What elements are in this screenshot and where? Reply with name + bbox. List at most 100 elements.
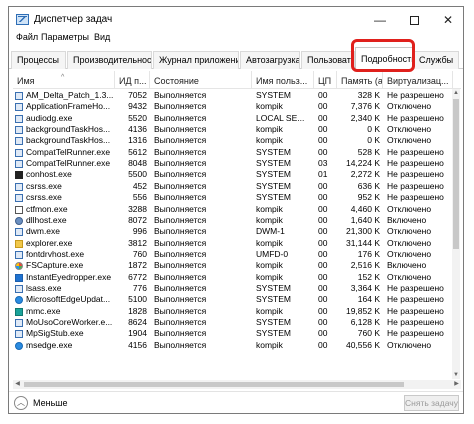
tab-app-history[interactable]: Журнал приложений [153,51,239,69]
cell-status: Выполняется [154,101,207,112]
app-icon [15,103,23,112]
cell-pid: 556 [132,192,147,203]
cell-pid: 5612 [128,146,147,157]
app-icon [15,92,23,100]
cell-memory: 636 K [357,180,380,191]
app-icon [15,148,23,157]
vertical-scrollbar[interactable]: ▲ ▼ [452,89,460,379]
cell-user: SYSTEM [256,90,291,100]
scroll-right-icon[interactable]: ▶ [452,380,461,389]
cell-pid: 760 [132,248,147,259]
cell-pid: 1316 [128,135,147,146]
menu-file[interactable]: Файл [16,32,38,42]
cell-virtualization: Не разрешено [387,112,444,123]
cell-user: SYSTEM [256,282,291,293]
table-row[interactable]: msedge.exe 4156 Выполняется kompik 00 40,556 … [13,340,461,351]
cell-cpu: 00 [318,180,328,191]
cell-user: SYSTEM [256,192,291,203]
table-row[interactable]: csrss.exe 556 Выполняется SYSTEM 00 952 K Не р… [13,192,461,203]
table-row[interactable]: fontdrvhost.exe 760 Выполняется UMFD-0 00 176… [13,249,461,260]
col-status[interactable]: Состояние [150,71,252,89]
process-name: ApplicationFrameHo... [26,101,111,112]
table-row[interactable]: backgroundTaskHos... 4136 Выполняется kompi… [13,124,461,135]
table-row[interactable]: lsass.exe 776 Выполняется SYSTEM 00 3,364 K Не… [13,283,461,294]
tab-startup[interactable]: Автозагрузка [240,51,300,69]
cell-user: SYSTEM [256,328,291,339]
cell-user: DWM-1 [256,226,285,237]
maximize-button[interactable] [397,7,431,33]
process-name: FSCapture.exe [26,260,84,271]
cell-name: audiodg.exe [13,113,115,124]
gear-icon [15,216,23,225]
table-row[interactable]: explorer.exe 3812 Выполняется kompik 00 31,14… [13,238,461,249]
tab-processes[interactable]: Процессы [11,51,66,69]
chevron-up-icon[interactable]: ︿ [14,396,28,410]
cell-memory: 19,852 K [345,305,380,316]
tab-performance[interactable]: Производительность [67,51,152,69]
table-row[interactable]: csrss.exe 452 Выполняется SYSTEM 00 636 K Не р… [13,181,461,192]
table-row[interactable]: MicrosoftEdgeUpdat... 5100 Выполняется SYST… [13,294,461,305]
cell-name: conhost.exe [13,169,115,180]
col-memory[interactable]: Память (а... [337,71,383,89]
table-row[interactable]: audiodg.exe 5520 Выполняется LOCAL SE... 00 2… [13,113,461,124]
tab-users[interactable]: Пользовате [301,51,355,69]
table-row[interactable]: FSCapture.exe 1872 Выполняется kompik 00 2,51… [13,260,461,271]
process-name: csrss.exe [26,180,62,191]
close-button[interactable]: ✕ [431,7,463,33]
cell-status: Выполняется [154,158,207,169]
menu-view[interactable]: Вид [94,32,110,42]
cell-user: SYSTEM [256,146,291,157]
cell-pid: 8048 [128,158,147,169]
cell-name: MoUsoCoreWorker.e... [13,317,115,328]
table-row[interactable]: MpSigStub.exe 1904 Выполняется SYSTEM 00 760 … [13,328,461,339]
app-icon [15,182,23,191]
table-row[interactable]: ApplicationFrameHo... 9432 Выполняется komp… [13,101,461,112]
cell-virtualization: Отключено [387,135,432,146]
horizontal-scrollbar[interactable]: ◀ ▶ [13,380,461,389]
col-user[interactable]: Имя польз... [252,71,314,89]
cell-user: kompik [256,135,283,146]
scroll-left-icon[interactable]: ◀ [13,380,22,389]
cell-status: Выполняется [154,305,207,316]
fewer-details-link[interactable]: Меньше [33,398,68,408]
tab-services[interactable]: Службы [413,51,459,69]
col-name[interactable]: ^ Имя [13,71,115,89]
vertical-scroll-thumb[interactable] [453,99,459,249]
table-row[interactable]: CompatTelRunner.exe 5612 Выполняется SYSTEM… [13,147,461,158]
menu-options[interactable]: Параметры [41,32,89,42]
scroll-down-icon[interactable]: ▼ [452,371,460,379]
cell-virtualization: Не разрешено [387,169,444,180]
col-cpu[interactable]: ЦП [314,71,337,89]
scroll-up-icon[interactable]: ▲ [452,89,460,97]
end-task-button[interactable]: Снять задачу [404,395,459,411]
table-row[interactable]: CompatTelRunner.exe 8048 Выполняется SYSTEM… [13,158,461,169]
tab-details[interactable]: Подробности [355,47,413,69]
cell-pid: 1904 [128,328,147,339]
cell-memory: 7,376 K [350,101,380,112]
minimize-button[interactable]: — [363,7,397,33]
process-name: audiodg.exe [26,112,73,123]
table-row[interactable]: backgroundTaskHos... 1316 Выполняется kompi… [13,135,461,146]
table-row[interactable]: dwm.exe 996 Выполняется DWM-1 00 21,300 K Откл… [13,226,461,237]
table-row[interactable]: conhost.exe 5500 Выполняется SYSTEM 01 2,272 … [13,169,461,180]
col-virtualization[interactable]: Виртуализац... [383,71,453,89]
process-name: dwm.exe [26,226,61,237]
cell-pid: 9432 [128,101,147,112]
table-row[interactable]: dllhost.exe 8072 Выполняется kompik 00 1,640 … [13,215,461,226]
col-pid[interactable]: ИД п... [115,71,150,89]
app-icon [15,160,23,169]
table-row[interactable]: ctfmon.exe 3288 Выполняется kompik 00 4,460 K… [13,204,461,215]
table-row[interactable]: InstantEyedropper.exe 6772 Выполняется komp… [13,272,461,283]
table-row[interactable]: MoUsoCoreWorker.e... 8624 Выполняется SYSTE… [13,317,461,328]
table-row[interactable]: AM_Delta_Patch_1.3... 7052 Выполняется SYST… [13,90,461,101]
cell-memory: 0 K [367,135,380,146]
cell-user: SYSTEM [256,317,291,327]
cell-virtualization: Не разрешено [387,328,444,339]
task-manager-window: Диспетчер задач — ✕ Файл Параметры Вид П… [8,6,464,414]
table-row[interactable]: mmc.exe 1828 Выполняется kompik 00 19,852 K Не… [13,306,461,317]
cell-cpu: 00 [318,282,328,293]
cell-status: Выполняется [154,317,207,327]
process-name: fontdrvhost.exe [26,248,85,259]
horizontal-scroll-thumb[interactable] [24,382,404,387]
cell-memory: 952 K [357,192,380,203]
